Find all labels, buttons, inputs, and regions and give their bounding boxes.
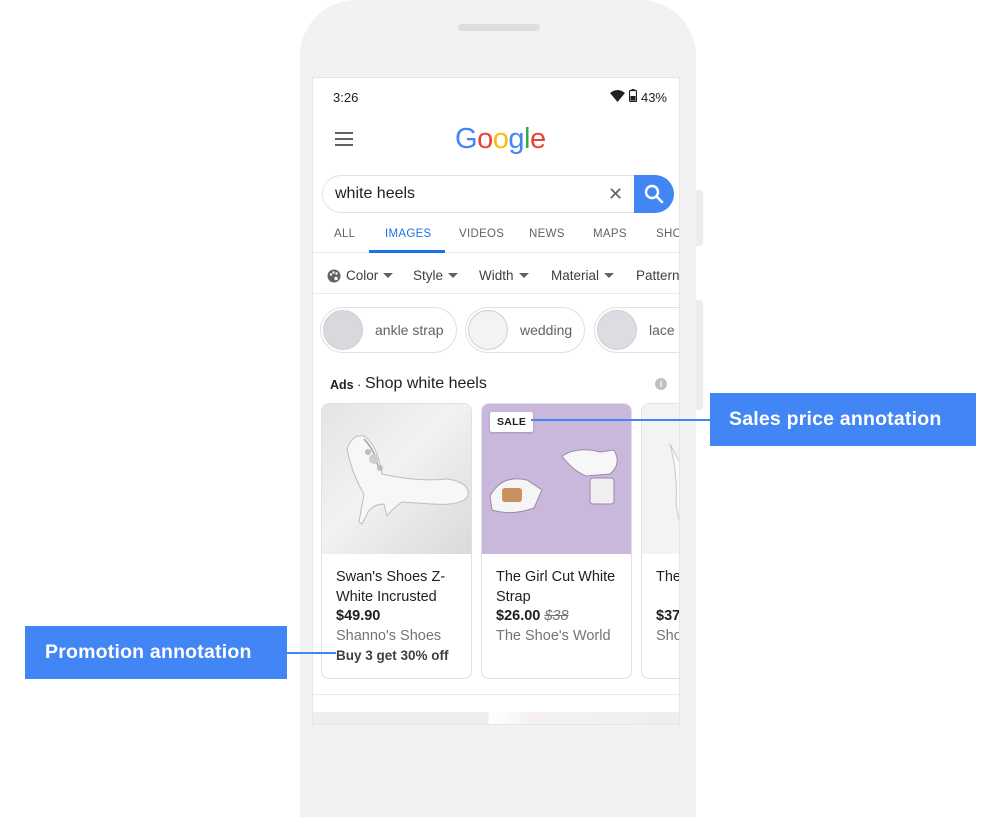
clear-icon[interactable]: ✕ [608, 184, 623, 204]
product-price: $49.90 [336, 608, 381, 624]
filter-pattern-label: Pattern [636, 268, 680, 283]
sales-price-annotation-label: Sales price annotation [729, 408, 942, 430]
filter-color-label: Color [346, 268, 379, 283]
product-card[interactable]: Swan's Shoes Z-White Incrusted $49.90 Sh… [321, 403, 472, 679]
original-price: $38 [544, 608, 569, 624]
status-time: 3:26 [333, 90, 359, 105]
chevron-down-icon [383, 273, 394, 278]
product-card[interactable]: SALE The Girl Cut White Strap $26.00 $38 … [481, 403, 632, 679]
info-icon[interactable]: i [655, 378, 667, 390]
search-input[interactable]: white heels [335, 185, 415, 203]
chip-label: wedding [520, 322, 573, 338]
product-image [642, 404, 679, 554]
tab-maps[interactable]: MAPS [593, 228, 627, 240]
product-title: The Girl Cut White Strap [496, 569, 616, 605]
filter-bar: Color Style Width Material Pattern [313, 260, 679, 294]
product-price: $37 [656, 608, 680, 624]
phone-speaker [458, 24, 540, 31]
tab-news[interactable]: NEWS [529, 228, 565, 240]
tab-all[interactable]: ALL [334, 228, 355, 240]
menu-icon[interactable] [335, 132, 355, 148]
chevron-down-icon [604, 273, 615, 278]
logo-letter: o [492, 123, 509, 155]
filter-style-label: Style [413, 268, 444, 283]
filter-material[interactable]: Material [551, 268, 615, 283]
tab-shopping[interactable]: SHO [656, 228, 679, 240]
status-bar: 3:26 43% [313, 78, 679, 116]
chip-wedding[interactable]: wedding [465, 307, 585, 353]
product-promotion: Buy 3 get 30% off [336, 648, 449, 663]
chevron-down-icon [448, 273, 459, 278]
chip-label: ankle strap [375, 322, 444, 338]
product-title: Swan's Shoes Z-White Incrusted [336, 569, 446, 605]
google-logo[interactable]: Google [455, 123, 546, 156]
search-button[interactable] [634, 175, 674, 213]
sales-price-annotation-connector [531, 419, 711, 421]
divider [313, 694, 679, 695]
chip-thumbnail [323, 310, 363, 350]
tab-videos[interactable]: VIDEOS [459, 228, 504, 240]
chip-lace[interactable]: lace [594, 307, 679, 353]
product-merchant: The Shoe's World [496, 628, 611, 644]
promotion-annotation: Promotion annotation [25, 626, 287, 679]
filter-width-label: Width [479, 268, 514, 283]
product-price: $26.00 $38 [496, 608, 569, 624]
battery-percent: 43% [640, 89, 667, 105]
logo-letter: G [455, 123, 478, 155]
filter-material-label: Material [551, 268, 600, 283]
phone-volume-button [696, 300, 703, 410]
wifi-icon [609, 89, 625, 105]
sales-price-annotation: Sales price annotation [710, 393, 976, 446]
search-icon [644, 184, 664, 204]
logo-letter: o [477, 123, 493, 155]
active-tab-indicator [369, 250, 445, 253]
product-image [322, 404, 471, 554]
filter-color[interactable]: Color [327, 268, 394, 283]
ads-header: Ads · Shop white heels i [330, 375, 670, 395]
filter-width[interactable]: Width [479, 268, 529, 283]
chip-label: lace [649, 322, 675, 338]
filter-pattern[interactable]: Pattern [636, 268, 680, 283]
filter-style[interactable]: Style [413, 268, 459, 283]
logo-letter: g [508, 123, 524, 155]
ads-title: Shop white heels [365, 375, 487, 392]
product-merchant: Shanno's Shoes [336, 628, 442, 644]
search-tabs: ALL IMAGES VIDEOS NEWS MAPS SHO [313, 216, 679, 253]
promotion-annotation-connector [286, 652, 336, 654]
chip-thumbnail [597, 310, 637, 350]
logo-letter: e [529, 123, 546, 155]
chip-ankle-strap[interactable]: ankle strap [320, 307, 457, 353]
ads-separator: · [357, 377, 362, 392]
battery-icon [628, 89, 638, 105]
tab-images[interactable]: IMAGES [385, 228, 432, 240]
product-card[interactable]: The Emb $37 Sho [641, 403, 680, 679]
phone-screen: 3:26 43% Google white heels ✕ ALL IMAGES… [312, 77, 680, 725]
chip-thumbnail [468, 310, 508, 350]
next-row-preview [313, 712, 679, 724]
promotion-annotation-label: Promotion annotation [45, 641, 252, 663]
phone-side-button [696, 190, 703, 246]
search-bar: white heels ✕ [322, 175, 674, 213]
ads-label: Ads [330, 378, 354, 392]
palette-icon [327, 269, 341, 282]
sale-price: $26.00 [496, 608, 541, 624]
product-merchant: Sho [656, 628, 680, 644]
sale-badge: SALE [490, 412, 534, 432]
product-title: The Emb [656, 569, 680, 585]
product-image: SALE [482, 404, 631, 554]
chevron-down-icon [518, 273, 529, 278]
